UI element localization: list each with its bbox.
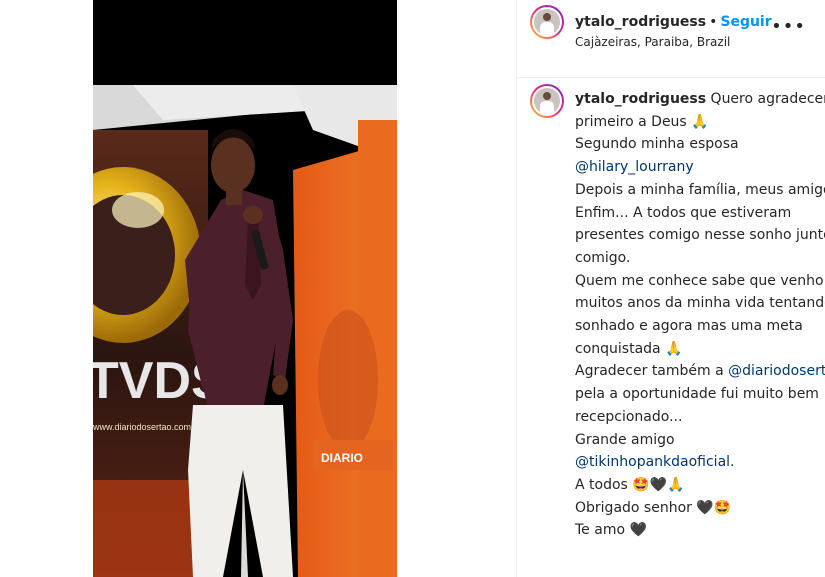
photo-site-text: www.diariodosertao.com.br [93, 422, 202, 432]
stage-scene: DIARIO TVDS www.diariodosertao.com.br [93, 0, 397, 577]
separator-dot: • [709, 14, 718, 30]
caption-line: A todos 🤩🖤🙏 [575, 476, 685, 493]
caption-line: Depois a minha família, meus amigos [575, 181, 825, 198]
caption-line: muitos anos da minha vida tentando e [575, 295, 825, 312]
caption-line: Te amo 🖤 [575, 522, 647, 539]
caption-line: primeiro a Deus 🙏 [575, 113, 709, 130]
caption-line: Enfim... A todos que estiveram [575, 204, 792, 221]
caption-line: Quero agradecer [706, 91, 825, 107]
page-gap [397, 0, 516, 577]
caption-line: Obrigado senhor 🖤🤩 [575, 499, 732, 516]
location-link[interactable]: Cajàzeiras, Paraiba, Brazil [575, 35, 730, 49]
avatar[interactable] [530, 5, 564, 39]
caption-line: Grande amigo [575, 431, 675, 448]
more-options-icon[interactable]: ••• [771, 16, 806, 37]
caption-line: sonhado e agora mas uma meta [575, 318, 803, 335]
post-photo[interactable]: DIARIO TVDS www.diariodosertao.com.br [93, 0, 397, 577]
caption-username-link[interactable]: ytalo_rodriguess [575, 91, 706, 107]
caption-line: Segundo minha esposa [575, 136, 739, 153]
caption-line: conquistada 🙏 [575, 340, 683, 357]
caption-line: recepcionado... [575, 408, 683, 425]
header-user-line: ytalo_rodriguess • Seguir [575, 11, 772, 30]
left-margin [0, 0, 93, 577]
post-header: ytalo_rodriguess • Seguir Cajàzeiras, Para… [517, 0, 825, 78]
mention-tikinho-link[interactable]: @tikinhopankdaoficial. [575, 454, 735, 470]
mention-hilary-link[interactable]: @hilary_lourrany [575, 159, 694, 175]
post-caption: ytalo_rodriguess Quero agradecer primeir… [575, 88, 825, 542]
mention-diariodosertao-link[interactable]: @diariodosertao [728, 363, 825, 379]
caption-line: pela a oportunidade fui muito bem [575, 386, 819, 403]
follow-button[interactable]: Seguir [720, 14, 771, 30]
photo-brand-text: DIARIO [321, 451, 363, 465]
caption-avatar[interactable] [530, 84, 564, 118]
caption-line: Quem me conhece sabe que venho a [575, 272, 825, 289]
username-link[interactable]: ytalo_rodriguess [575, 14, 706, 30]
caption-line: presentes comigo nesse sonho junto [575, 227, 825, 244]
caption-line: comigo. [575, 249, 631, 266]
caption-line: Agradecer também a [575, 363, 729, 380]
post-side-panel: ytalo_rodriguess • Seguir Cajàzeiras, Para… [516, 0, 825, 577]
